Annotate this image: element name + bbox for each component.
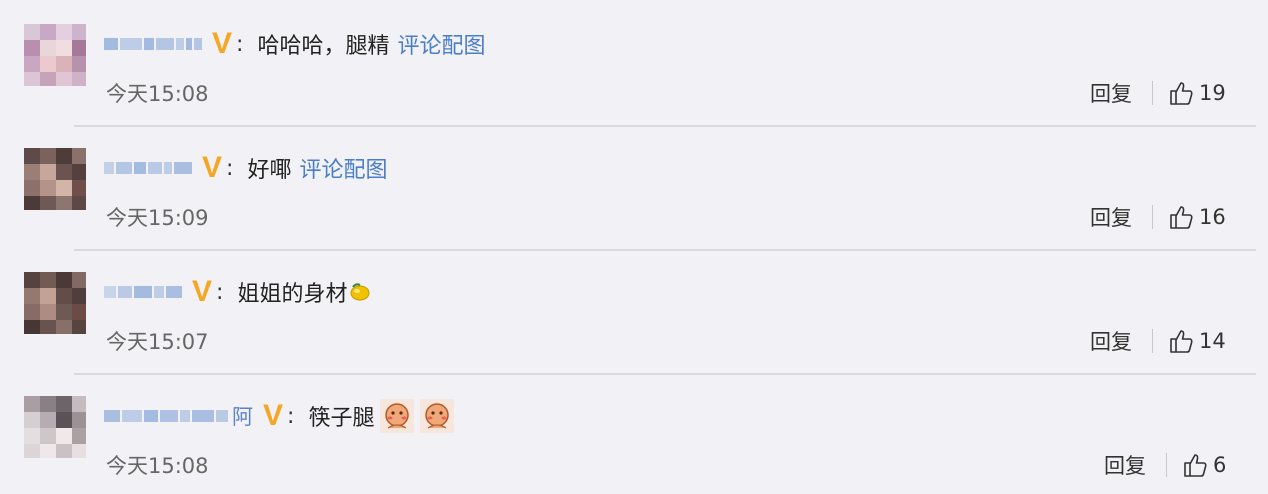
comment-item: V : 哈哈哈，腿精 评论配图 今天15:08 回复 19 [0,0,1268,124]
comment-text: 筷子腿 [308,406,375,431]
username[interactable] [104,34,202,54]
reply-button[interactable]: 回复 [1090,326,1132,356]
avatar[interactable] [24,272,86,334]
like-count: 16 [1199,205,1226,229]
comment-item: V : 好㖿 评论配图 今天15:09 回复 16 [0,124,1268,248]
colon: : [226,155,234,181]
colon: : [236,31,244,57]
thumbs-up-icon[interactable] [1169,80,1195,106]
comment-content: 阿 V : 筷子腿 [104,398,455,434]
vip-badge-icon: V [192,275,213,308]
timestamp: 今天15:08 [106,82,209,106]
comment-item: 阿 V : 筷子腿 今天15:08 回复 6 [0,372,1268,494]
comment-image-link[interactable]: 评论配图 [299,152,387,184]
timestamp: 今天15:07 [106,330,209,354]
username-tail: 阿 [232,405,253,429]
comment-actions: 回复 19 [1090,78,1226,108]
blush-sticker-icon [420,399,455,433]
vip-badge-icon: V [212,27,233,60]
username[interactable] [104,282,182,302]
colon: : [287,403,295,429]
colon: : [216,279,224,305]
vip-badge-icon: V [202,151,223,184]
comment-image-link[interactable]: 评论配图 [397,28,485,60]
comment-actions: 回复 14 [1090,326,1226,356]
divider [1152,329,1153,353]
blush-sticker-icon [380,399,415,433]
avatar[interactable] [24,24,86,86]
reply-button[interactable]: 回复 [1090,78,1132,108]
avatar[interactable] [24,396,86,458]
avatar[interactable] [24,148,86,210]
comment-content: V : 好㖿 评论配图 [104,150,387,186]
divider [1152,205,1153,229]
username[interactable]: 阿 [104,405,253,429]
comment-text: 姐姐的身材 [237,282,348,307]
thumbs-up-icon[interactable] [1183,452,1209,478]
thumbs-up-icon[interactable] [1169,328,1195,354]
comment-content: V : 哈哈哈，腿精 评论配图 [104,26,485,62]
like-count: 19 [1199,81,1226,105]
vip-badge-icon: V [263,399,284,432]
comment-content: V : 姐姐的身材 [104,274,371,310]
divider [1152,81,1153,105]
comment-text: 哈哈哈，腿精 [257,34,390,59]
username[interactable] [104,158,192,178]
like-count: 6 [1213,453,1227,477]
comment-actions: 回复 16 [1090,202,1226,232]
timestamp: 今天15:08 [106,454,209,478]
timestamp: 今天15:09 [106,206,209,230]
like-count: 14 [1199,329,1226,353]
comment-list: V : 哈哈哈，腿精 评论配图 今天15:08 回复 19 V: 好㖿 评论配… [0,0,1268,494]
divider [1166,453,1167,477]
comment-item: V : 姐姐的身材 今天15:07 回复 14 [0,248,1268,372]
thumbs-up-icon[interactable] [1169,204,1195,230]
comment-actions: 回复 6 [1104,450,1226,480]
lemon-emoji-icon [350,283,370,301]
reply-button[interactable]: 回复 [1090,202,1132,232]
reply-button[interactable]: 回复 [1104,450,1146,480]
comment-text: 好㖿 [247,158,292,183]
